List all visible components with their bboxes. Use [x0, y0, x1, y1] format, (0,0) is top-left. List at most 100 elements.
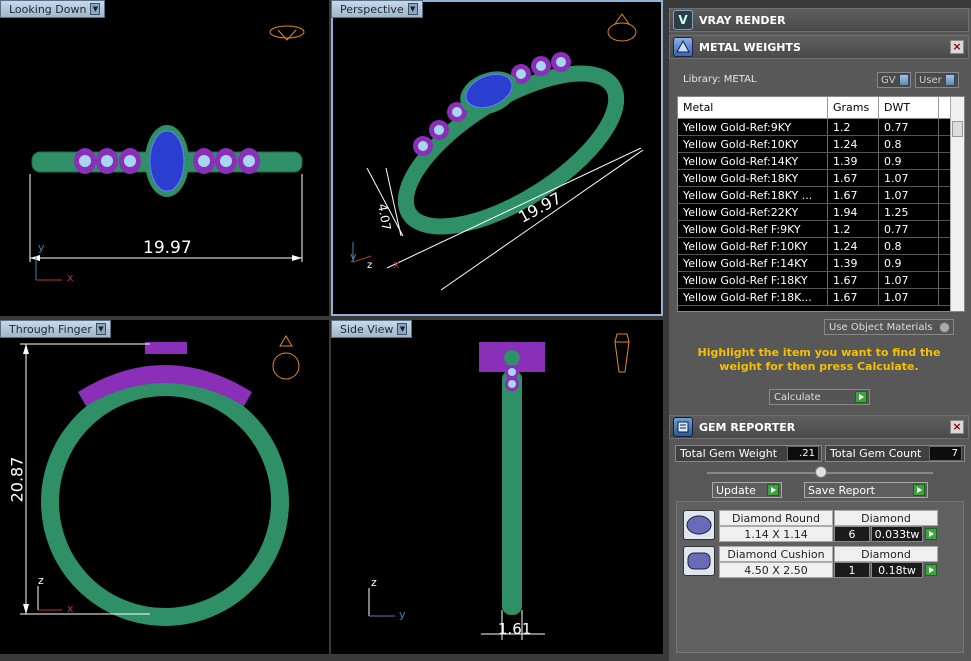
table-row[interactable]: Yellow Gold-Ref:22KY 1.94 1.25: [678, 204, 964, 221]
grams-cell: 1.24: [828, 238, 879, 254]
gem-row[interactable]: Diamond Cushion 4.50 X 2.50 Diamond 1 0.…: [681, 544, 943, 578]
looking-down-scene: [29, 25, 305, 281]
save-report-button[interactable]: Save Report: [804, 482, 928, 498]
viewport-perspective[interactable]: Perspective ▼ 19.97 4.07 y z x: [331, 0, 663, 316]
viewport-side-view[interactable]: Side View ▼ 1.61 z y: [331, 320, 663, 654]
chevron-down-icon[interactable]: ▼: [95, 323, 106, 335]
vray-icon: V: [673, 10, 693, 30]
scrollbar-thumb[interactable]: [952, 121, 963, 137]
table-row[interactable]: Yellow Gold-Ref:18KY 1.67 1.07: [678, 170, 964, 187]
perspective-scene: [352, 13, 644, 291]
grams-cell: 1.39: [828, 255, 879, 271]
grams-cell: 1.67: [828, 187, 879, 203]
dimension-label: 19.97: [143, 238, 192, 258]
play-icon[interactable]: [925, 528, 937, 540]
gem-material: Diamond: [834, 510, 938, 526]
column-header-metal[interactable]: Metal: [678, 97, 828, 118]
table-body: Yellow Gold-Ref:9KY 1.2 0.77 Yellow Gold-Re…: [678, 119, 964, 306]
viewport-label: Perspective: [340, 2, 404, 16]
dimension-label: 1.61: [498, 620, 532, 638]
table-row[interactable]: Yellow Gold-Ref F:10KY 1.24 0.8: [678, 238, 964, 255]
grams-cell: 1.67: [828, 170, 879, 186]
calculate-button[interactable]: Calculate: [769, 389, 870, 405]
table-row[interactable]: Yellow Gold-Ref:14KY 1.39 0.9: [678, 153, 964, 170]
dwt-cell: 0.77: [879, 119, 939, 135]
column-header-grams[interactable]: Grams: [828, 97, 879, 118]
dimension-label: 20.87: [7, 456, 27, 503]
viewport-tab-perspective[interactable]: Perspective ▼: [331, 0, 423, 18]
round-diamond-icon: [683, 510, 715, 540]
gv-toggle-label: GV: [881, 74, 896, 86]
axis-label-x: x: [67, 602, 74, 615]
viewport-looking-down[interactable]: Looking Down ▼ 19.97 y x: [0, 0, 329, 316]
gem-reporter-header[interactable]: GEM REPORTER ×: [669, 415, 969, 439]
chevron-down-icon[interactable]: ▼: [397, 323, 408, 335]
dwt-cell: 0.8: [879, 238, 939, 254]
metal-cell: Yellow Gold-Ref F:18K...: [678, 289, 828, 305]
close-icon[interactable]: ×: [950, 40, 964, 54]
column-header-dwt[interactable]: DWT: [879, 97, 939, 118]
total-gem-count-label: Total Gem Count: [830, 447, 922, 460]
use-object-materials-toggle[interactable]: Use Object Materials: [824, 319, 954, 335]
chevron-down-icon[interactable]: ▼: [407, 3, 418, 15]
metal-weights-icon: [673, 37, 693, 57]
viewport-label: Through Finger: [9, 322, 92, 336]
use-object-materials-label: Use Object Materials: [829, 321, 933, 333]
metal-cell: Yellow Gold-Ref:9KY: [678, 119, 828, 135]
chevron-down-icon[interactable]: ▼: [90, 3, 101, 15]
axis-label-y: y: [38, 241, 45, 254]
table-row[interactable]: Yellow Gold-Ref:18KY ... 1.67 1.07: [678, 187, 964, 204]
viewport-through-finger[interactable]: Through Finger ▼ 20.87 z x: [0, 320, 329, 654]
viewport-label: Side View: [340, 322, 394, 336]
dwt-cell: 0.8: [879, 136, 939, 152]
table-header: Metal Grams DWT: [678, 97, 964, 119]
total-gem-weight-label: Total Gem Weight: [680, 447, 778, 460]
gem-shape: Diamond Round: [719, 510, 833, 526]
toggle-knob: [898, 74, 909, 86]
table-row[interactable]: Yellow Gold-Ref F:9KY 1.2 0.77: [678, 221, 964, 238]
dwt-cell: 1.07: [879, 289, 939, 305]
metal-cell: Yellow Gold-Ref F:18KY: [678, 272, 828, 288]
close-icon[interactable]: ×: [950, 420, 964, 434]
grams-cell: 1.2: [828, 119, 879, 135]
viewport-tab-looking-down[interactable]: Looking Down ▼: [0, 0, 106, 18]
table-row[interactable]: Yellow Gold-Ref F:14KY 1.39 0.9: [678, 255, 964, 272]
panel-title: GEM REPORTER: [699, 420, 796, 434]
metal-weights-header[interactable]: METAL WEIGHTS ×: [669, 35, 969, 59]
dwt-cell: 1.07: [879, 272, 939, 288]
panel-title: METAL WEIGHTS: [699, 40, 801, 54]
grams-cell: 1.2: [828, 221, 879, 237]
metal-cell: Yellow Gold-Ref:18KY: [678, 170, 828, 186]
gem-weight: 0.033tw: [871, 526, 923, 542]
dwt-cell: 1.25: [879, 204, 939, 220]
viewport-tab-through-finger[interactable]: Through Finger ▼: [0, 320, 111, 338]
update-label: Update: [716, 483, 756, 497]
table-row[interactable]: Yellow Gold-Ref:10KY 1.24 0.8: [678, 136, 964, 153]
table-row[interactable]: Yellow Gold-Ref F:18K... 1.67 1.07: [678, 289, 964, 306]
radio-icon: [939, 322, 950, 333]
play-icon[interactable]: [925, 564, 937, 576]
viewport-tab-side-view[interactable]: Side View ▼: [331, 320, 413, 338]
user-toggle[interactable]: User: [915, 72, 959, 88]
axis-label-z: z: [367, 260, 373, 271]
viewport-label: Looking Down: [9, 2, 87, 16]
calculate-hint: Highlight the item you want to find the …: [697, 346, 941, 373]
panel-title: VRAY RENDER: [699, 13, 786, 27]
metal-cell: Yellow Gold-Ref:22KY: [678, 204, 828, 220]
gem-report-slider-knob[interactable]: [815, 466, 827, 478]
gem-shape: Diamond Cushion: [719, 546, 833, 562]
axis-label-z: z: [38, 574, 44, 587]
calculate-label: Calculate: [774, 391, 821, 403]
play-icon: [913, 484, 925, 496]
update-button[interactable]: Update: [712, 482, 782, 498]
metal-weights-table: Metal Grams DWT Yellow Gold-Ref:9KY 1.2 0.…: [677, 96, 965, 312]
gem-size: 4.50 X 2.50: [719, 562, 833, 578]
table-row[interactable]: Yellow Gold-Ref:9KY 1.2 0.77: [678, 119, 964, 136]
table-scrollbar[interactable]: [950, 97, 964, 311]
table-row[interactable]: Yellow Gold-Ref F:18KY 1.67 1.07: [678, 272, 964, 289]
right-panel: V VRAY RENDER METAL WEIGHTS × Library: M…: [669, 8, 971, 661]
gv-toggle[interactable]: GV: [877, 72, 911, 88]
gem-row[interactable]: Diamond Round 1.14 X 1.14 Diamond 6 0.03…: [681, 508, 943, 542]
axis-label-y: y: [350, 250, 357, 263]
vray-render-header[interactable]: V VRAY RENDER: [669, 8, 969, 32]
